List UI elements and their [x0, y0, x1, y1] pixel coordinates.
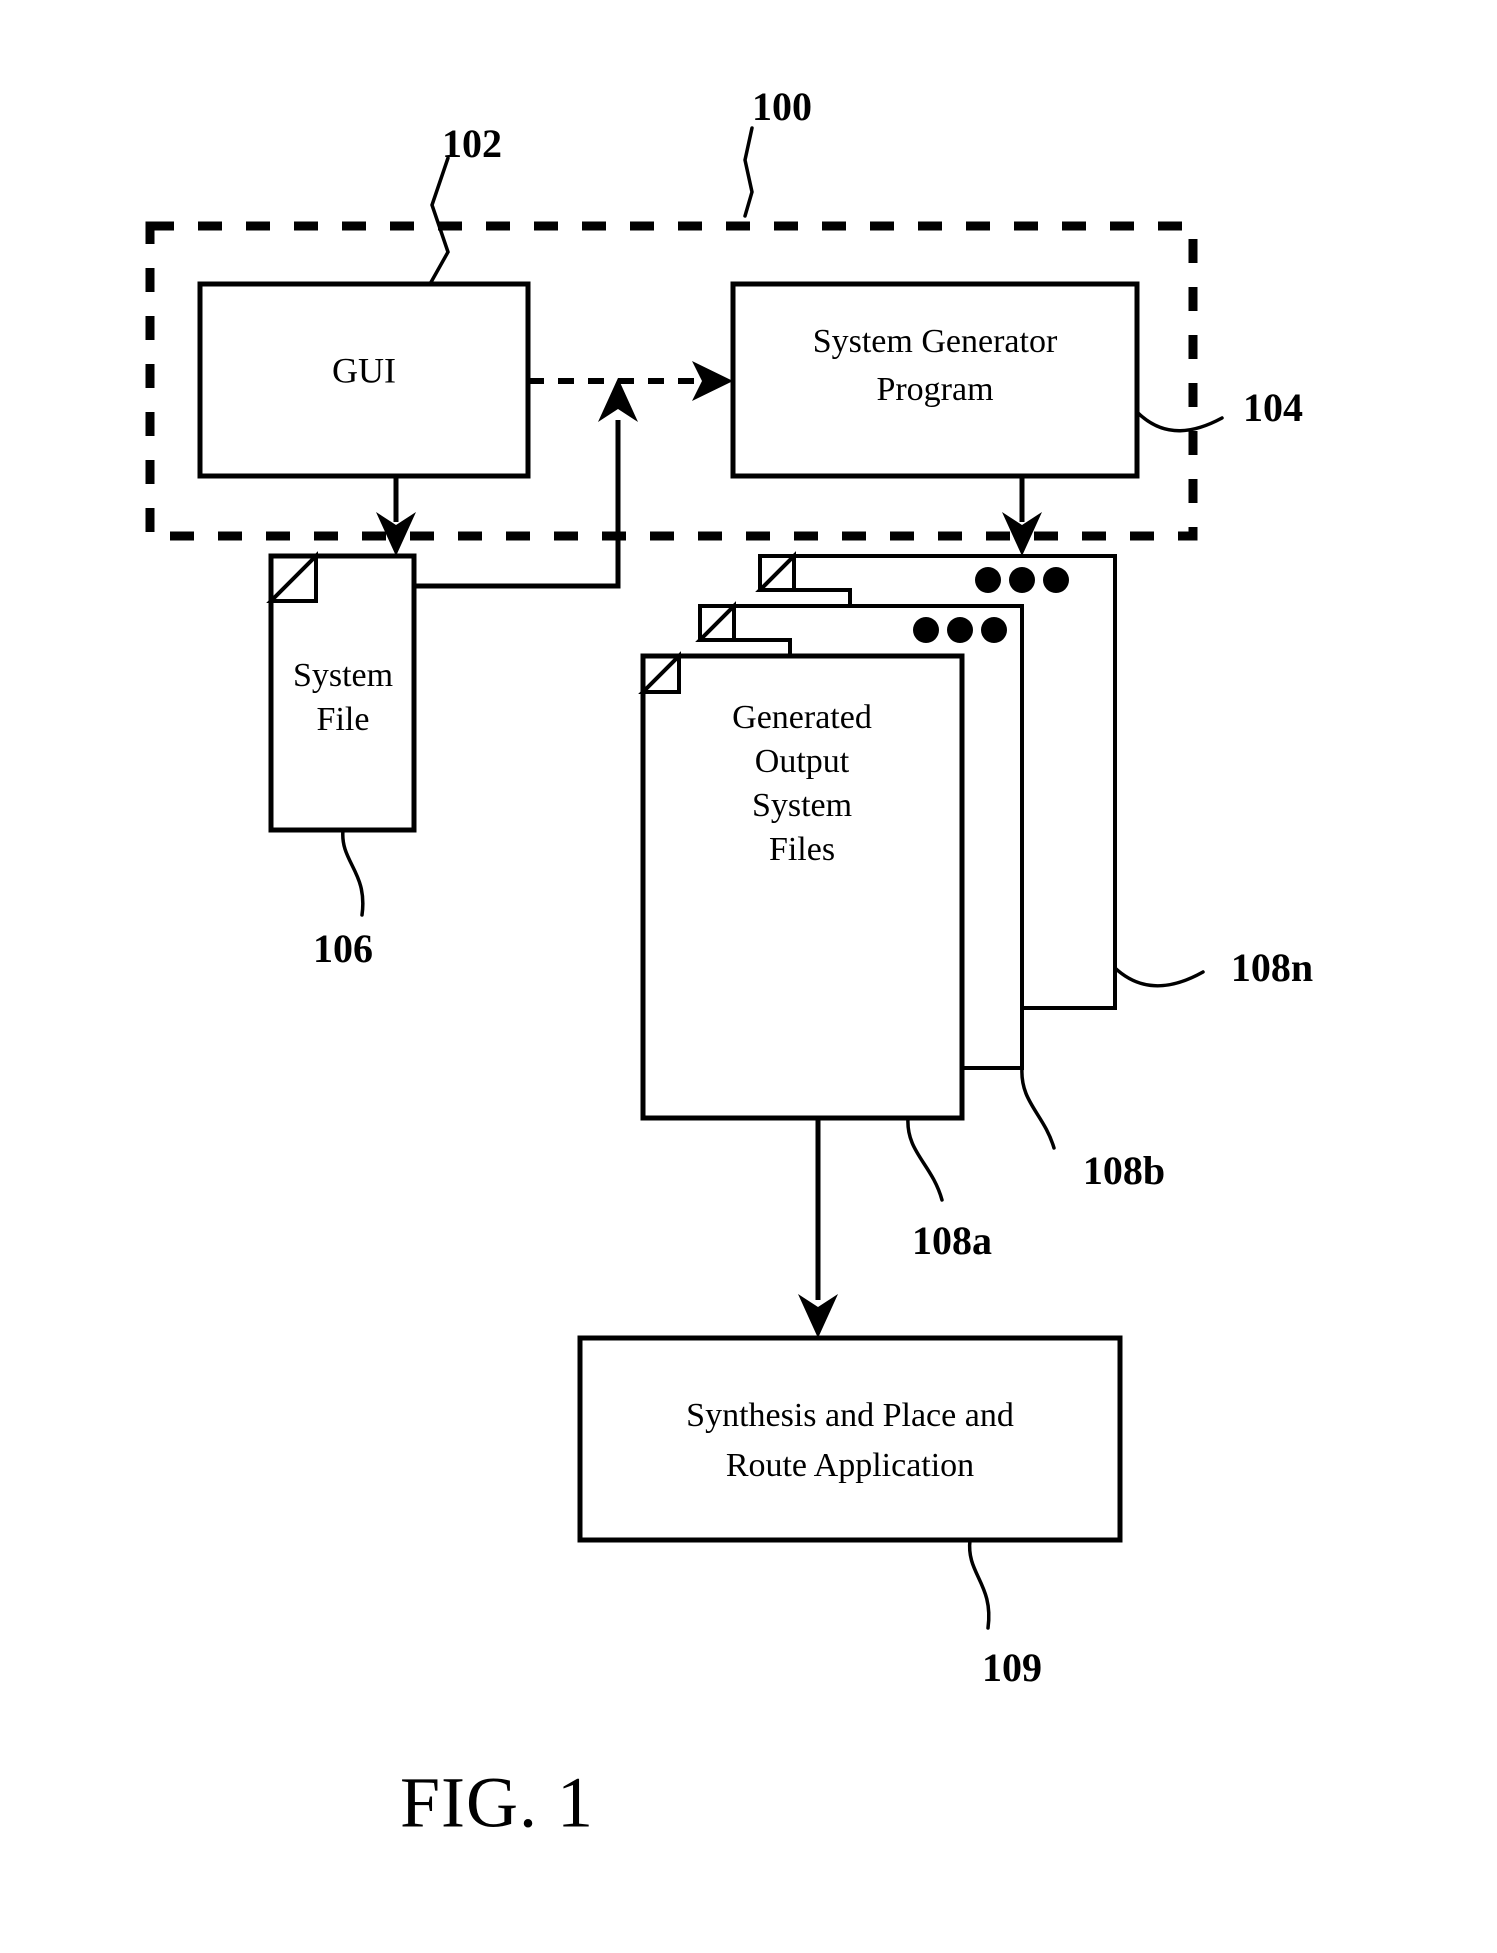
- ellipsis-dot-back-1: [975, 567, 1001, 593]
- gui-box-label: GUI: [332, 350, 396, 390]
- ellipsis-dot-middle-2: [947, 617, 973, 643]
- ref-number-109: 109: [982, 1645, 1042, 1690]
- ref-108a-leader-line: [906, 1116, 944, 1202]
- output-files-to-synthesis-arrowhead: [798, 1294, 838, 1338]
- output-files-label-line4: Files: [769, 831, 835, 868]
- ref-102-leader-line: [428, 156, 450, 286]
- output-files-label-line2: Output: [755, 743, 850, 780]
- ref-number-106: 106: [313, 926, 373, 971]
- ref-108b-leader-line: [1020, 1066, 1056, 1150]
- figure-canvas: 100 GUI 102 System Generator Program 104…: [145, 84, 1313, 1843]
- system-file-label-line1: System: [293, 657, 393, 694]
- ref-number-100: 100: [752, 84, 812, 129]
- ref-106-leader-line: [341, 828, 365, 917]
- ref-number-108n: 108n: [1231, 945, 1313, 990]
- output-files-label-line1: Generated: [732, 699, 872, 736]
- system-file-label-line2: File: [317, 701, 370, 738]
- ref-number-108b: 108b: [1083, 1148, 1165, 1193]
- figure-caption: FIG. 1: [400, 1763, 594, 1843]
- output-files-label-line3: System: [752, 787, 852, 824]
- ref-number-104: 104: [1243, 385, 1303, 430]
- system-generator-label-line1: System Generator: [813, 323, 1058, 360]
- system-generator-label-line2: Program: [876, 371, 993, 408]
- gui-to-system-generator-arrowhead: [692, 361, 733, 401]
- ellipsis-dot-back-2: [1009, 567, 1035, 593]
- synthesis-application-label-line2: Route Application: [726, 1447, 974, 1484]
- ref-100-leader-line: [743, 126, 754, 218]
- ellipsis-dot-middle-3: [981, 617, 1007, 643]
- ref-108n-leader-line: [1113, 966, 1205, 988]
- patent-figure-page: 100 GUI 102 System Generator Program 104…: [0, 0, 1497, 1953]
- ref-104-leader-line: [1135, 410, 1224, 433]
- synthesis-application-label-line1: Synthesis and Place and: [686, 1397, 1014, 1434]
- ref-109-leader-line: [967, 1538, 991, 1630]
- system-file-to-system-generator-arrowhead: [598, 378, 638, 422]
- ellipsis-dot-back-3: [1043, 567, 1069, 593]
- ref-number-102: 102: [442, 121, 502, 166]
- ref-number-108a: 108a: [912, 1218, 992, 1263]
- ellipsis-dot-middle-1: [913, 617, 939, 643]
- synthesis-application-box[interactable]: [577, 1335, 1123, 1543]
